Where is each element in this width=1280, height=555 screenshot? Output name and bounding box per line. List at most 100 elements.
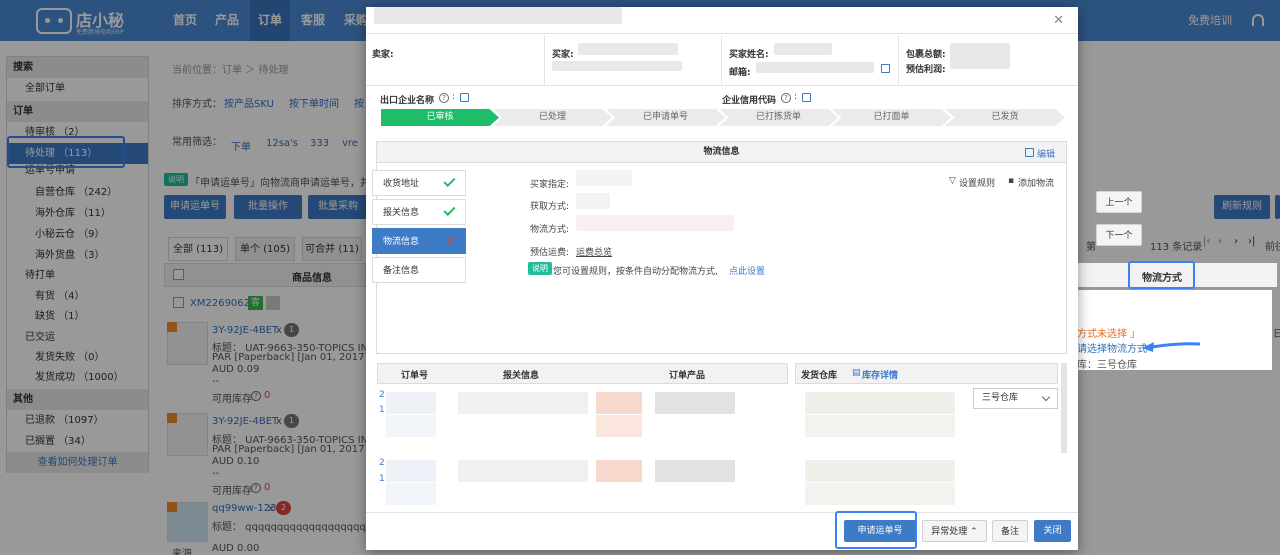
blurred-cell (386, 392, 436, 414)
step-shipped: 已发货 (945, 109, 1065, 126)
row-number: 2 (379, 458, 385, 468)
step-label-printed: 已打面单 (832, 109, 951, 126)
filter-icon[interactable]: ▽ (949, 176, 956, 186)
step-picked: 已打拣货单 (719, 109, 838, 126)
tab-customs-info[interactable]: 报关信息 (372, 199, 466, 225)
col-order-no: 订单号 (401, 371, 429, 381)
divider (898, 36, 899, 84)
buyer-value (578, 43, 678, 55)
tab-label: 报关信息 (383, 208, 420, 218)
tip-text: 您可设置规则，按条件自动分配物流方式, (553, 267, 718, 277)
help-icon[interactable]: ? (781, 93, 791, 103)
colon: : (794, 92, 798, 102)
set-rule-link[interactable]: 设置规则 (959, 176, 995, 189)
tab-shipping-address[interactable]: 收货地址 (372, 170, 466, 196)
help-icon[interactable]: ? (439, 93, 449, 103)
check-icon (443, 203, 456, 217)
credit-code-label: 企业信用代码 (722, 96, 777, 106)
error-x-icon: ✕ (444, 234, 455, 248)
buyer-label: 买家: (552, 50, 574, 60)
truck-icon[interactable]: ▪ (1008, 176, 1014, 186)
logistics-panel: 物流信息 (376, 141, 1067, 354)
blurred-cell (386, 460, 436, 482)
tab-notes[interactable]: 备注信息 (372, 257, 466, 283)
modal-title-blurred (374, 7, 622, 24)
document-icon[interactable]: ▤ (852, 368, 861, 378)
footer-divider (366, 512, 1078, 513)
edit-link[interactable]: 编辑 (1037, 147, 1055, 160)
edit-email-icon[interactable] (881, 64, 890, 73)
chevron-up-icon: ⌃ (970, 527, 978, 537)
highlight-box-logistics (1128, 261, 1195, 289)
table-scrollbar[interactable] (1061, 363, 1067, 453)
seller-label: 卖家: (372, 50, 394, 60)
divider (721, 36, 722, 84)
edit-credit-code-icon[interactable] (802, 93, 811, 102)
step-processed: 已处理 (493, 109, 612, 126)
colon: : (452, 92, 456, 102)
choose-logistics-link-top[interactable]: 请选择物流方式 (1077, 340, 1147, 355)
est-freight-label: 预估运费: (530, 248, 570, 258)
tip-tag: 说明 (528, 262, 552, 275)
blurred-cell (655, 460, 735, 482)
step-applied-number: 已申请单号 (606, 109, 725, 126)
col-order-product: 订单产品 (669, 371, 706, 381)
arrow-pointer-icon (1142, 342, 1201, 352)
next-order-button[interactable]: 下一个 (1096, 224, 1142, 246)
buyer-specified-label: 买家指定: (530, 180, 570, 190)
email-label: 邮箱: (729, 68, 751, 78)
prev-order-button[interactable]: 上一个 (1096, 191, 1142, 213)
order-table-header (377, 363, 788, 384)
blurred-cell (805, 392, 955, 414)
logistics-warehouse-top: 库：三号仓库 (1077, 360, 1137, 371)
close-button[interactable]: 关闭 (1034, 520, 1071, 542)
blurred-cell (596, 415, 642, 437)
buyer-name-value (774, 43, 832, 55)
tab-label: 收货地址 (383, 179, 420, 189)
logistics-method-label: 物流方式: (530, 225, 570, 235)
email-value (756, 62, 874, 73)
check-icon (443, 174, 456, 188)
modal-title-bar: ✕ (366, 7, 1078, 34)
row-number: 2 (379, 390, 385, 400)
buyer-name-label: 买家姓名: (729, 50, 769, 60)
row-number: 1 (379, 474, 385, 484)
panel-title: 物流信息 (377, 142, 1066, 163)
buyer-specified-value (576, 170, 632, 186)
step-reviewed: 已审核 (381, 109, 499, 126)
edit-export-company-icon[interactable] (460, 93, 469, 102)
blurred-cell (386, 483, 436, 505)
edit-icon[interactable] (1025, 148, 1034, 157)
tab-label: 备注信息 (383, 266, 420, 276)
logistics-unselected-top: 方式未选择 」 (1077, 329, 1141, 340)
blurred-cell (596, 460, 642, 482)
stock-detail-link[interactable]: 库存详情 (862, 368, 898, 381)
package-total-label: 包裹总额: (906, 50, 946, 60)
fetch-method-value (576, 193, 610, 209)
highlight-box-apply (835, 511, 917, 549)
exception-handling-button[interactable]: 异常处理 ⌃ (922, 520, 987, 542)
freight-overview-link[interactable]: 运费总览 (576, 245, 612, 258)
col-customs: 报关信息 (503, 371, 540, 381)
tab-logistics-info[interactable]: 物流信息 ✕ (372, 228, 466, 254)
blurred-cell (805, 483, 955, 505)
tip-setup-link[interactable]: 点此设置 (729, 264, 765, 277)
row-number: 1 (379, 405, 385, 415)
warehouse-select[interactable]: 三号仓库 (973, 388, 1058, 409)
blurred-cell (805, 460, 955, 482)
close-icon[interactable]: ✕ (1053, 13, 1064, 28)
note-button[interactable]: 备注 (992, 520, 1028, 542)
buyer-value-2 (552, 61, 682, 71)
logistics-method-value (576, 215, 734, 231)
fetch-method-label: 获取方式: (530, 202, 570, 212)
blurred-cell (596, 392, 642, 414)
tab-label: 物流信息 (383, 237, 420, 247)
add-logistics-link[interactable]: 添加物流 (1018, 176, 1054, 189)
blurred-cell (655, 392, 735, 414)
blurred-cell (386, 415, 436, 437)
exception-label: 异常处理 (931, 527, 968, 537)
header-divider (366, 85, 1078, 86)
totals-values (950, 43, 1010, 69)
blurred-cell (458, 392, 588, 414)
ship-warehouse-label: 发货仓库 (801, 371, 838, 381)
